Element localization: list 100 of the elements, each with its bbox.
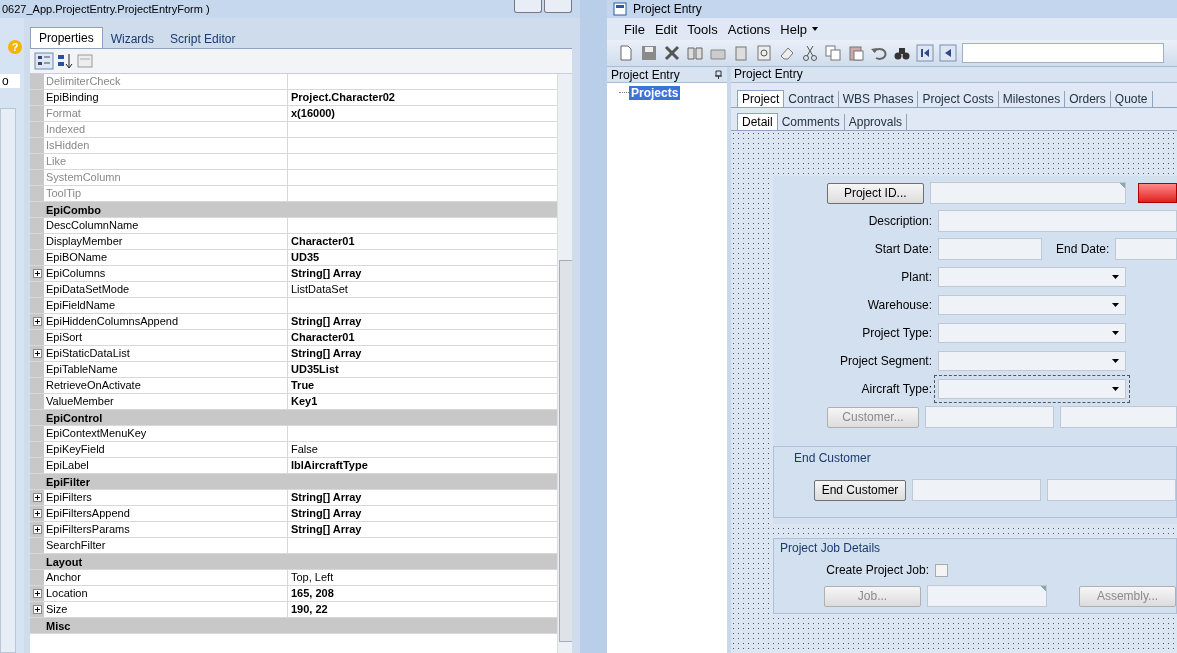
property-name[interactable]: DescColumnName xyxy=(44,218,288,233)
status-button[interactable] xyxy=(1137,183,1177,203)
book-icon[interactable] xyxy=(686,44,704,62)
categorized-icon[interactable] xyxy=(34,52,54,70)
property-name[interactable]: SearchFilter xyxy=(44,538,288,553)
maximize-button[interactable] xyxy=(544,0,572,13)
input-field[interactable] xyxy=(925,406,1054,428)
property-value[interactable]: Project.Character02 xyxy=(288,90,557,105)
pin-icon[interactable] xyxy=(714,70,723,79)
tab[interactable]: Detail xyxy=(737,113,778,130)
property-value[interactable]: lblAircraftType xyxy=(288,458,557,473)
property-name[interactable]: EpiBinding xyxy=(44,90,288,105)
record-field[interactable] xyxy=(962,43,1164,63)
menu-item[interactable]: Help xyxy=(775,21,813,37)
property-value[interactable]: 165, 208 xyxy=(288,586,557,601)
property-name[interactable]: Anchor xyxy=(44,570,288,585)
input-field[interactable] xyxy=(938,210,1177,232)
input-field[interactable] xyxy=(938,238,1042,260)
property-value[interactable]: True xyxy=(288,378,557,393)
tab[interactable]: Script Editor xyxy=(162,30,244,48)
input-field[interactable] xyxy=(929,182,1126,204)
category-header[interactable]: EpiCombo xyxy=(30,202,557,218)
property-name[interactable]: DisplayMember xyxy=(44,234,288,249)
tab[interactable]: Milestones xyxy=(998,91,1066,107)
input-field[interactable] xyxy=(1115,238,1177,260)
property-name[interactable]: Location xyxy=(44,586,288,601)
property-name[interactable]: EpiSort xyxy=(44,330,288,345)
property-value[interactable]: Character01 xyxy=(288,234,557,249)
property-name[interactable]: EpiHiddenColumnsAppend xyxy=(44,314,288,329)
property-value[interactable]: UD35 xyxy=(288,250,557,265)
tab[interactable]: Properties xyxy=(30,27,103,48)
input-field[interactable] xyxy=(1047,479,1176,501)
delete-icon[interactable] xyxy=(663,44,681,62)
tab[interactable]: Project xyxy=(737,90,785,107)
menu-item[interactable]: Actions xyxy=(722,21,776,37)
property-name[interactable]: RetrieveOnActivate xyxy=(44,378,288,393)
save-icon[interactable] xyxy=(640,44,658,62)
cut-icon[interactable] xyxy=(801,44,819,62)
scrollbar[interactable] xyxy=(0,108,16,653)
dropdown-arrow-icon[interactable] xyxy=(812,27,819,31)
property-name[interactable]: EpiKeyField xyxy=(44,442,288,457)
property-value[interactable]: String[] Array xyxy=(288,346,557,361)
panel-title: Project Entry xyxy=(611,67,680,82)
property-value[interactable]: String[] Array xyxy=(288,506,557,521)
project-id-button[interactable]: Project ID... xyxy=(827,182,924,204)
sort-icon[interactable] xyxy=(56,52,74,70)
property-name[interactable]: EpiTableName xyxy=(44,362,288,377)
property-name[interactable]: EpiDataSetMode xyxy=(44,282,288,297)
property-value[interactable]: UD35List xyxy=(288,362,557,377)
menu-item[interactable]: Tools xyxy=(682,21,723,37)
category-header[interactable]: EpiControl xyxy=(30,410,557,426)
property-name[interactable]: EpiStaticDataList xyxy=(44,346,288,361)
property-name[interactable]: EpiContextMenuKey xyxy=(44,426,288,441)
category-header[interactable]: Misc xyxy=(30,618,557,634)
first-record-icon[interactable] xyxy=(916,44,934,62)
property-name[interactable]: EpiFieldName xyxy=(44,298,288,313)
property-value[interactable]: String[] Array xyxy=(288,490,557,505)
property-name[interactable]: EpiLabel xyxy=(44,458,288,473)
tab[interactable]: Project Costs xyxy=(918,91,999,107)
property-name[interactable]: EpiFilters xyxy=(44,490,288,505)
input-field[interactable] xyxy=(927,585,1047,607)
tab[interactable]: Contract xyxy=(784,91,839,107)
property-name[interactable]: EpiBOName xyxy=(44,250,288,265)
property-name[interactable]: Size xyxy=(44,602,288,617)
scrollbar[interactable] xyxy=(557,74,572,653)
property-value[interactable]: Key1 xyxy=(288,394,557,409)
tab[interactable]: WBS Phases xyxy=(838,91,919,107)
property-value[interactable]: 190, 22 xyxy=(288,602,557,617)
property-name[interactable]: EpiFiltersParams xyxy=(44,522,288,537)
new-document-icon[interactable] xyxy=(617,44,635,62)
tab[interactable]: Quote xyxy=(1110,91,1153,107)
property-name[interactable]: ValueMember xyxy=(44,394,288,409)
tree-item[interactable]: Projects xyxy=(629,86,681,100)
category-title: Layout xyxy=(45,555,83,568)
property-value[interactable]: ListDataSet xyxy=(288,282,557,297)
property-name[interactable]: EpiFiltersAppend xyxy=(44,506,288,521)
checkbox[interactable] xyxy=(935,563,948,577)
category-header[interactable]: Layout xyxy=(30,554,557,570)
menu-item[interactable]: File xyxy=(619,21,650,37)
property-name[interactable]: EpiColumns xyxy=(44,266,288,281)
property-value[interactable]: False xyxy=(288,442,557,457)
copy-icon[interactable] xyxy=(824,44,842,62)
minimize-button[interactable] xyxy=(514,0,542,13)
tab[interactable]: Orders xyxy=(1065,91,1111,107)
category-header[interactable]: EpiFilter xyxy=(30,474,557,490)
refresh-icon[interactable] xyxy=(755,44,773,62)
property-value[interactable]: String[] Array xyxy=(288,314,557,329)
tab[interactable]: Approvals xyxy=(844,114,908,130)
input-field[interactable] xyxy=(1060,406,1177,428)
tab[interactable]: Comments xyxy=(777,114,845,130)
property-value[interactable]: String[] Array xyxy=(288,266,557,281)
input-field[interactable] xyxy=(912,479,1041,501)
tab[interactable]: Wizards xyxy=(102,30,163,48)
paste-icon[interactable] xyxy=(847,44,865,62)
previous-record-icon[interactable] xyxy=(939,44,957,62)
property-value[interactable]: String[] Array xyxy=(288,522,557,537)
property-value[interactable]: Top, Left xyxy=(288,570,557,585)
menu-item[interactable]: Edit xyxy=(649,21,683,37)
property-value[interactable]: Character01 xyxy=(288,330,557,345)
end-customer-button[interactable]: End Customer xyxy=(814,479,906,501)
